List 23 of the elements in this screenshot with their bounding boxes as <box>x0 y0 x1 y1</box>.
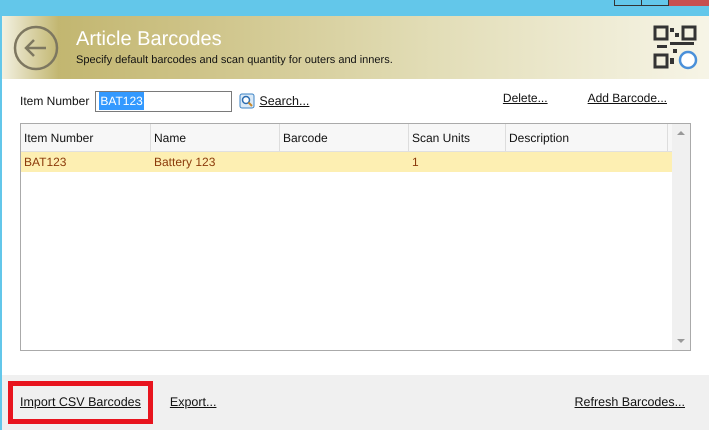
page-title: Article Barcodes <box>76 27 223 52</box>
minimize-button[interactable] <box>614 0 642 6</box>
table-cell-text: Battery 123 <box>154 154 216 171</box>
action-link[interactable]: Delete... <box>502 89 548 107</box>
search-icon[interactable] <box>239 93 256 109</box>
scrollbar[interactable] <box>672 124 690 350</box>
item-number-label: Item Number <box>20 93 90 110</box>
footer-link[interactable]: Import CSV Barcodes <box>8 381 153 424</box>
table-row[interactable]: BAT123 Battery 123 1 <box>21 152 672 172</box>
column-header[interactable]: Name <box>151 124 280 151</box>
page-subtitle: Specify default barcodes and scan quantity for outers and inners. <box>76 53 393 68</box>
action-link[interactable]: Add Barcode... <box>588 89 667 107</box>
maximize-button[interactable] <box>642 0 669 6</box>
column-header[interactable]: Scan Units <box>409 124 506 151</box>
search-link[interactable]: Search... <box>259 92 310 110</box>
column-header[interactable]: Barcode <box>280 124 409 151</box>
footer-link[interactable]: Export... <box>162 381 224 424</box>
table-cell-text: 1 <box>412 154 419 171</box>
table-cell-text: BAT123 <box>24 154 66 171</box>
column-header[interactable]: Description <box>506 124 668 151</box>
qr-code-icon <box>653 24 699 70</box>
column-header[interactable]: Item Number <box>21 124 151 151</box>
refresh-link[interactable]: Refresh Barcodes... <box>574 393 685 412</box>
